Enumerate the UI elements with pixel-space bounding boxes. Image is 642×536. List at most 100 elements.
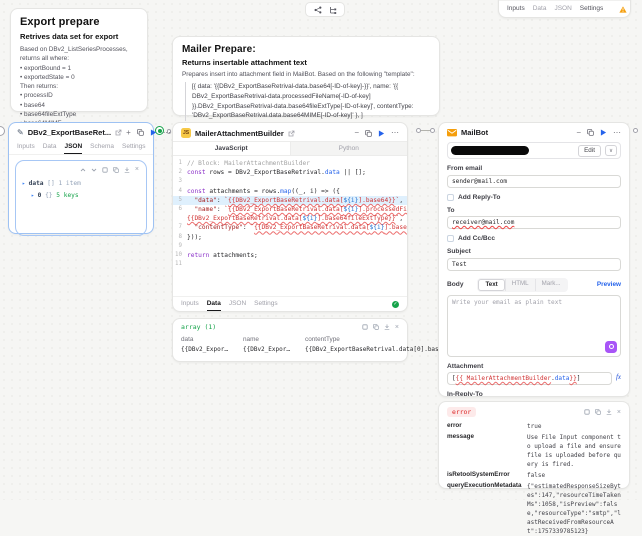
code-line: 10return attachments; [173, 251, 407, 260]
fullscreen-icon[interactable] [102, 167, 108, 173]
tab-json[interactable]: JSON [229, 297, 246, 311]
mailbot-output-port[interactable] [633, 128, 638, 133]
close-icon[interactable]: × [135, 166, 139, 173]
tab-settings[interactable]: Settings [254, 297, 278, 311]
tab-settings[interactable]: Settings [122, 140, 146, 154]
link-icon[interactable] [115, 129, 122, 136]
from-email-field[interactable]: sender@mail.com [447, 175, 621, 188]
tab-data[interactable]: Data [533, 1, 547, 17]
edge-port[interactable] [0, 126, 5, 136]
insert-image-icon[interactable] [605, 341, 617, 353]
body-textarea[interactable]: Write your email as plain text [447, 295, 621, 357]
close-icon[interactable]: × [617, 409, 621, 416]
minimize-icon[interactable]: − [354, 129, 359, 137]
tab-inputs[interactable]: Inputs [507, 1, 525, 17]
node-mailbot[interactable]: MailBot − ⋯ Edit ∨ From email sender@mai… [438, 122, 630, 397]
tab-schema[interactable]: Schema [90, 140, 114, 154]
code-line: 8})); [173, 233, 407, 242]
workflow-canvas[interactable]: Export prepare Retrives data set for exp… [0, 0, 642, 500]
fullscreen-icon[interactable] [362, 324, 368, 330]
node-dbv2-exportbaseretrival[interactable]: ✎ DBv2_ExportBaseRet... + ⋯ Inputs Data … [8, 122, 154, 234]
node-header: MailBot − ⋯ [439, 123, 629, 140]
preview-link[interactable]: Preview [597, 281, 621, 288]
copy-icon[interactable] [137, 129, 144, 136]
error-panel-toolbar: × [584, 409, 621, 416]
copy-icon[interactable] [365, 130, 372, 137]
json-tree[interactable]: ▸ data [] 1 item▸ 0 {} 5 keys [22, 178, 140, 202]
more-icon[interactable]: ⋯ [613, 129, 621, 137]
copy-icon[interactable] [587, 129, 594, 136]
tab-json[interactable]: JSON [64, 140, 82, 154]
column-header: data [181, 336, 243, 343]
node-mailerattachmentbuilder[interactable]: JS MailerAttachmentBuilder − ⋯ JavaScrip… [172, 122, 408, 312]
tab-text[interactable]: Text [478, 279, 504, 291]
result-table-panel[interactable]: array (1) × data name contentType {{DBv2… [172, 318, 408, 362]
body-placeholder: Write your email as plain text [452, 299, 562, 306]
mailbot-input-port[interactable] [430, 128, 435, 133]
json-tree-row[interactable]: ▸ 0 {} 5 keys [22, 190, 140, 202]
node-header: ✎ DBv2_ExportBaseRet... + ⋯ [9, 123, 153, 140]
result-table-header: array (1) × [181, 323, 399, 331]
tab-json[interactable]: JSON [554, 1, 571, 17]
link-icon[interactable] [288, 130, 295, 137]
add-icon[interactable]: + [126, 129, 131, 137]
more-icon[interactable]: ⋯ [163, 129, 171, 137]
attachment-field[interactable]: [ {{ MailerAttachmentBuilder.data }} ] [447, 372, 612, 385]
collapse-icon[interactable] [80, 167, 86, 173]
table-row[interactable]: {{DBv2_Expor… {{DBv2_Expor… {{DBv2_Expor… [181, 346, 399, 353]
tab-python[interactable]: Python [291, 142, 408, 155]
json-tree-row[interactable]: ▸ data [] 1 item [22, 178, 140, 190]
fx-icon[interactable]: fx [616, 373, 621, 381]
copy-icon[interactable] [373, 324, 379, 330]
subject-field[interactable]: Test [447, 258, 621, 271]
mail-icon [447, 129, 457, 137]
copy-icon[interactable] [113, 167, 119, 173]
ccbcc-checkbox[interactable] [447, 235, 454, 242]
json-viewer-toolbar: × [80, 166, 139, 173]
code-editor[interactable]: 1// Block: MailerAttachmentBuilder2const… [173, 156, 407, 296]
tab-data[interactable]: Data [43, 140, 57, 154]
copy-icon[interactable] [595, 409, 601, 415]
code-line: 2const rows = DBv2_ExportBaseRetrival.da… [173, 168, 407, 177]
tab-data[interactable]: Data [207, 297, 221, 311]
chevron-down-icon[interactable]: ∨ [605, 145, 617, 156]
minimize-icon[interactable]: − [576, 129, 581, 137]
error-panel[interactable]: error × errortruemessageUse File Input c… [438, 401, 630, 489]
download-icon[interactable] [124, 167, 130, 173]
download-icon[interactable] [384, 324, 390, 330]
edit-button[interactable]: Edit [578, 145, 601, 157]
close-icon[interactable]: × [395, 324, 399, 331]
note-mailer-prepare[interactable]: Mailer Prepare: Returns insertable attac… [172, 36, 440, 116]
tab-settings[interactable]: Settings [580, 1, 604, 17]
tab-inputs[interactable]: Inputs [181, 297, 199, 311]
run-play-icon[interactable] [150, 129, 157, 136]
json-viewer[interactable]: × ▸ data [] 1 item▸ 0 {} 5 keys [15, 160, 147, 236]
tab-javascript[interactable]: JavaScript [173, 142, 291, 155]
note-export-prepare[interactable]: Export prepare Retrives data set for exp… [10, 8, 148, 112]
tab-inputs[interactable]: Inputs [17, 140, 35, 154]
share-icon[interactable] [314, 6, 322, 14]
to-field[interactable]: receiver@mail.com [447, 216, 621, 229]
warning-icon [619, 6, 627, 13]
note-template-code: [{ data: '{{DBv2_ExportBaseRetrival-data… [185, 82, 430, 120]
mailer-output-port[interactable] [416, 128, 421, 133]
from-email-label: From email [447, 165, 621, 172]
tab-markdown[interactable]: Mark... [535, 279, 567, 291]
code-line: 11 [173, 260, 407, 269]
download-icon[interactable] [606, 409, 612, 415]
attachment-label: Attachment [447, 363, 621, 370]
run-play-icon[interactable] [600, 129, 607, 136]
subject-label: Subject [447, 248, 621, 255]
expand-icon[interactable] [91, 167, 97, 173]
clipped-result-panel[interactable]: Inputs Data JSON Settings [498, 0, 631, 18]
cell-name: {{DBv2_Expor… [243, 346, 305, 353]
run-play-icon[interactable] [378, 130, 385, 137]
tab-html[interactable]: HTML [505, 279, 535, 291]
resource-selector[interactable]: Edit ∨ [447, 142, 621, 159]
note-title: Mailer Prepare: [182, 44, 430, 55]
hierarchy-icon[interactable] [329, 6, 337, 14]
fullscreen-icon[interactable] [584, 409, 590, 415]
more-icon[interactable]: ⋯ [391, 129, 399, 137]
reply-to-checkbox[interactable] [447, 194, 454, 201]
code-line: 5 "data": `{{DBv2_ExportBaseRetrival.dat… [173, 196, 407, 205]
